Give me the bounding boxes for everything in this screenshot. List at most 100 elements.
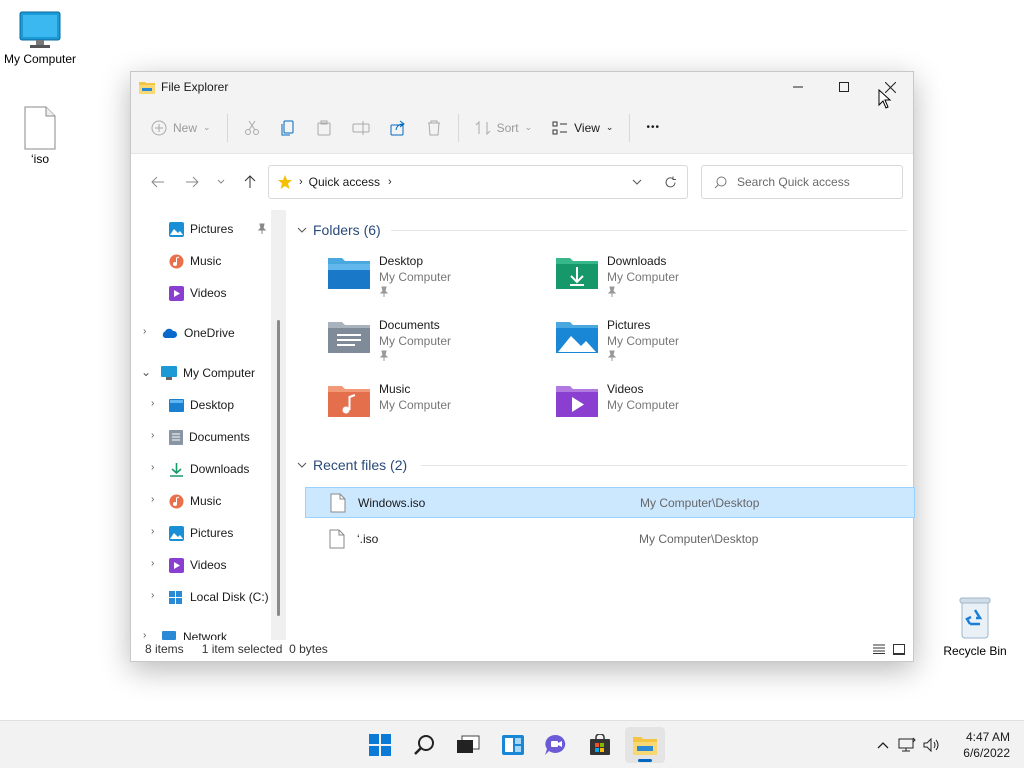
sidebar-item-label: OneDrive (184, 326, 235, 340)
sidebar-item-label: Downloads (190, 462, 250, 476)
forward-button[interactable] (175, 166, 209, 198)
refresh-button[interactable] (653, 176, 687, 189)
search-box[interactable]: Search Quick access (701, 165, 903, 199)
cut-button[interactable] (234, 112, 270, 144)
clock[interactable]: 4:47 AM 6/6/2022 (948, 729, 1010, 761)
view-button[interactable]: View ⌄ (542, 112, 623, 144)
chevron-up-icon (877, 742, 889, 749)
task-view-button[interactable] (448, 727, 488, 763)
sidebar-item-desktop[interactable]: Desktop (169, 393, 234, 417)
sidebar-item-local-disk[interactable]: Local Disk (C:) (169, 585, 269, 609)
content-pane: Folders (6) Desktop My Computer Download… (291, 210, 915, 640)
maximize-button[interactable] (821, 72, 867, 102)
address-bar[interactable]: › Quick access › (268, 165, 688, 199)
documents-icon (169, 429, 183, 445)
file-explorer-window: File Explorer New ⌄ Sort ⌄ View ⌄ ••• › … (130, 71, 915, 662)
more-options-button[interactable]: ••• (636, 112, 670, 144)
expand-chevron-icon[interactable]: › (151, 590, 154, 601)
music-icon (169, 494, 184, 508)
copy-button[interactable] (270, 112, 306, 144)
recent-file-row-iso[interactable]: ‘.iso My Computer\Desktop (305, 523, 915, 554)
task-view-icon (457, 735, 480, 753)
expand-chevron-icon[interactable]: › (151, 430, 154, 441)
breadcrumb[interactable]: Quick access (309, 175, 380, 189)
widgets-button[interactable] (493, 727, 533, 763)
sidebar-item-videos[interactable]: Videos (169, 553, 226, 577)
downloads-icon (170, 462, 183, 477)
title-bar[interactable]: File Explorer (131, 72, 913, 102)
folder-tile-downloads[interactable]: Downloads My Computer (555, 254, 679, 300)
expand-chevron-icon[interactable]: › (143, 326, 146, 337)
minimize-button[interactable] (775, 72, 821, 102)
back-button[interactable] (141, 166, 175, 198)
desktop-icon-iso-file[interactable]: ‘iso (0, 106, 80, 166)
show-hidden-icons-button[interactable] (872, 741, 894, 749)
sidebar-item-music[interactable]: Music (169, 489, 221, 513)
store-icon (590, 734, 610, 755)
sidebar-item-label: Music (190, 254, 222, 268)
desktop-icon-my-computer[interactable]: My Computer (0, 10, 80, 66)
sidebar-item-music-pinned[interactable]: Music (169, 249, 221, 273)
store-button[interactable] (580, 727, 620, 763)
volume-tray-button[interactable] (920, 738, 944, 752)
section-divider (421, 465, 907, 466)
sidebar-item-label: Desktop (190, 398, 235, 412)
folder-tile-pictures[interactable]: Pictures My Computer (555, 318, 679, 364)
sidebar-item-label: Local Disk (C:) (190, 590, 269, 604)
folder-tile-music[interactable]: Music My Computer (327, 382, 451, 418)
paste-icon (317, 120, 331, 135)
expand-chevron-icon[interactable]: › (151, 462, 154, 473)
maximize-icon (839, 82, 849, 92)
folder-tile-documents[interactable]: Documents My Computer (327, 318, 451, 364)
folder-tile-desktop[interactable]: Desktop My Computer (327, 254, 451, 300)
sidebar-item-label: Pictures (190, 222, 234, 236)
folder-tile-videos[interactable]: Videos My Computer (555, 382, 679, 418)
sidebar-item-pictures[interactable]: Pictures (169, 521, 233, 545)
copy-icon (281, 120, 294, 135)
taskbar-search-button[interactable] (405, 727, 445, 763)
details-view-icon[interactable] (873, 644, 885, 654)
up-button[interactable] (233, 166, 267, 198)
expand-chevron-icon[interactable]: › (151, 494, 154, 505)
network-icon (898, 737, 916, 752)
folders-section-header[interactable]: Folders (6) (297, 222, 381, 238)
sort-button[interactable]: Sort ⌄ (465, 112, 543, 144)
sidebar-item-pictures-pinned[interactable]: Pictures (169, 217, 233, 241)
sidebar-item-documents[interactable]: Documents (169, 425, 250, 449)
sidebar-item-videos-pinned[interactable]: Videos (169, 281, 226, 305)
videos-folder-icon (556, 386, 598, 417)
new-button[interactable]: New ⌄ (141, 112, 221, 144)
sidebar-item-onedrive[interactable]: OneDrive (161, 321, 235, 345)
expand-chevron-icon[interactable]: › (151, 526, 154, 537)
start-button[interactable] (360, 727, 400, 763)
delete-button[interactable] (416, 112, 452, 144)
folder-name: Desktop (379, 254, 424, 268)
network-tray-button[interactable] (894, 737, 920, 753)
chat-icon (545, 734, 566, 755)
pin-icon (379, 350, 389, 361)
recent-locations-button[interactable] (209, 166, 233, 198)
large-icons-view-icon[interactable] (893, 643, 905, 655)
share-button[interactable] (380, 112, 416, 144)
desktop-folder-icon (328, 258, 370, 289)
chat-button[interactable] (536, 727, 576, 763)
folder-location: My Computer (607, 270, 680, 284)
pin-icon (379, 286, 389, 297)
minimize-icon (793, 86, 803, 88)
collapse-chevron-icon[interactable]: ⌄ (141, 365, 151, 379)
sidebar-scrollbar-thumb[interactable] (277, 320, 280, 616)
expand-chevron-icon[interactable]: › (151, 558, 154, 569)
view-label: View (574, 120, 600, 135)
file-location: My Computer\Desktop (639, 531, 759, 546)
recent-file-row-windows-iso[interactable]: Windows.iso My Computer\Desktop (305, 487, 915, 518)
expand-chevron-icon[interactable]: › (151, 398, 154, 409)
file-explorer-taskbar-button[interactable] (625, 727, 665, 763)
rename-button[interactable] (342, 112, 380, 144)
sidebar-item-downloads[interactable]: Downloads (169, 457, 249, 481)
paste-button[interactable] (306, 112, 342, 144)
sidebar-item-my-computer[interactable]: My Computer (161, 361, 255, 385)
desktop-icon-label: My Computer (3, 52, 77, 66)
recent-files-section-header[interactable]: Recent files (2) (297, 457, 407, 473)
address-history-button[interactable] (621, 179, 653, 185)
desktop-icon-recycle-bin[interactable]: Recycle Bin (935, 596, 1015, 658)
